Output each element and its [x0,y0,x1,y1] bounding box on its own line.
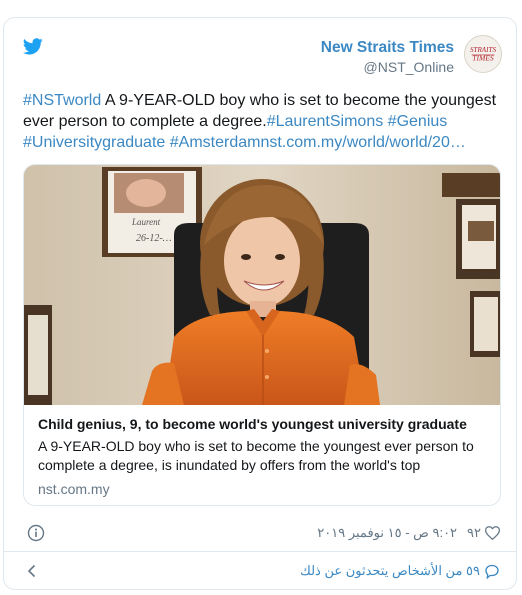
conversation-text[interactable]: ٥٩ من الأشخاص يتحدثون عن ذلك [300,562,480,580]
info-icon[interactable] [27,524,45,542]
tweet-timestamp[interactable]: ٩:٠٢ ص - ١٥ نوفمبر ٢٠١٩ [317,524,457,542]
conversation-link[interactable]: ٥٩ من الأشخاص يتحدثون عن ذلك [300,562,500,580]
author-handle[interactable]: @NST_Online [321,58,454,76]
photo-caption: Laurent [131,217,161,227]
card-title[interactable]: Child genius, 9, to become world's young… [38,415,490,433]
avatar[interactable]: STRAITS TIMES [464,35,502,73]
tweet-meta: ٩٢ ٩:٠٢ ص - ١٥ نوفمبر ٢٠١٩ [317,524,500,542]
hashtag-link[interactable]: nst.com.my/world/world/20… [260,134,465,151]
hashtag-link[interactable]: #Amsterdam [170,134,261,151]
twitter-bird-icon[interactable] [23,38,43,55]
link-preview-body[interactable]: Child genius, 9, to become world's young… [38,415,490,498]
link-preview-card[interactable]: Laurent 26-12-… Child genius, 9, to beco… [23,164,501,506]
hashtag-link[interactable]: #NSTworld [23,92,101,109]
embedded-tweet: New Straits Times @NST_Online STRAITS TI… [3,17,517,590]
hashtag-link[interactable]: #Genius [388,113,448,130]
hashtag-link[interactable]: #LaurentSimons [267,113,384,130]
photo-date: 26-12-… [136,233,172,244]
conversation-bar[interactable]: ٥٩ من الأشخاص يتحدثون عن ذلك [4,552,516,589]
card-description: A 9-YEAR-OLD boy who is set to become th… [38,438,474,473]
author-block[interactable]: New Straits Times @NST_Online [321,38,454,76]
comment-bubble-icon [485,564,499,579]
like-count[interactable]: ٩٢ [467,524,481,542]
chevron-left-icon[interactable] [26,564,38,578]
hashtag-link[interactable]: #Universitygraduate [23,134,165,151]
tweet-text: #NSTworld A 9-YEAR-OLD boy who is set to… [23,90,508,153]
card-domain: nst.com.my [38,481,110,497]
heart-icon[interactable] [485,526,500,540]
article-photo[interactable]: Laurent 26-12-… [24,165,500,405]
author-name[interactable]: New Straits Times [321,38,454,58]
